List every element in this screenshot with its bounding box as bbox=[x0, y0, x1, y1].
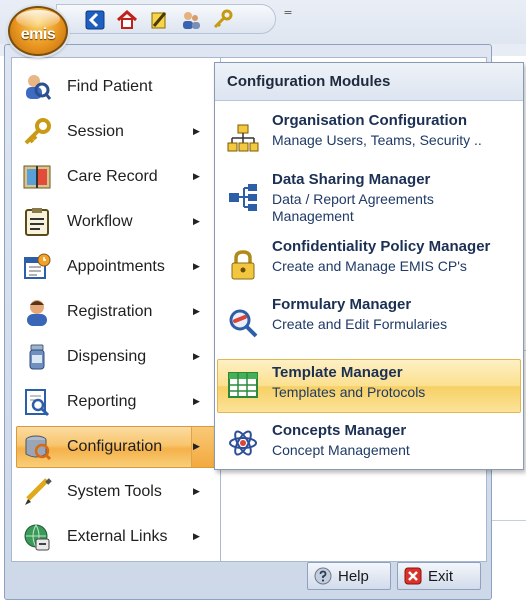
submenu-item-title: Concepts Manager bbox=[272, 422, 407, 439]
menu-item-label: System Tools bbox=[67, 483, 162, 500]
submenu-item-description: Data / Report Agreements Management bbox=[272, 191, 434, 224]
users-icon[interactable] bbox=[179, 8, 203, 32]
registration-icon bbox=[21, 296, 53, 328]
concepts-atom-icon bbox=[226, 426, 260, 460]
submenu-item-confidentiality-policy-manager[interactable]: Confidentiality Policy Manager Create an… bbox=[217, 233, 521, 287]
help-label: Help bbox=[338, 567, 369, 585]
find-patient-icon bbox=[21, 71, 53, 103]
padlock-icon bbox=[226, 248, 260, 282]
submenu-item-organisation-configuration[interactable]: Organisation Configuration Manage Users,… bbox=[217, 107, 521, 161]
org-chart-icon bbox=[226, 122, 260, 156]
customize-toolbar-button[interactable]: = bbox=[283, 7, 293, 23]
submenu-arrow-icon: ▶ bbox=[193, 172, 200, 182]
reporting-icon bbox=[21, 386, 53, 418]
menu-item-label: Workflow bbox=[67, 213, 133, 230]
submenu-item-template-manager[interactable]: Template Manager Templates and Protocols bbox=[217, 359, 521, 413]
background-divider bbox=[492, 520, 526, 521]
submenu-header: Configuration Modules bbox=[215, 63, 523, 101]
close-icon bbox=[404, 567, 422, 585]
quick-access-bar bbox=[56, 4, 276, 34]
submenu-arrow-icon: ▶ bbox=[193, 127, 200, 137]
data-sharing-icon bbox=[226, 181, 260, 215]
submenu-item-title: Organisation Configuration bbox=[272, 112, 467, 129]
workflow-icon bbox=[21, 206, 53, 238]
menu-item-external-links[interactable]: External Links ▶ bbox=[16, 516, 216, 558]
menu-item-appointments[interactable]: Appointments ▶ bbox=[16, 246, 216, 288]
menu-item-label: Registration bbox=[67, 303, 153, 320]
menu-item-label: External Links bbox=[67, 528, 168, 545]
submenu-item-description: Create and Edit Formularies bbox=[272, 316, 448, 332]
submenu-item-data-sharing-manager[interactable]: Data Sharing Manager Data / Report Agree… bbox=[217, 166, 521, 228]
edit-pencil-icon[interactable] bbox=[147, 8, 171, 32]
menu-item-label: Session bbox=[67, 123, 124, 140]
menu-item-configuration[interactable]: Configuration ▶ bbox=[16, 426, 216, 468]
menu-item-label: Find Patient bbox=[67, 78, 153, 95]
submenu-item-formulary-manager[interactable]: Formulary Manager Create and Edit Formul… bbox=[217, 291, 521, 345]
external-links-icon bbox=[21, 521, 53, 553]
menu-item-label: Dispensing bbox=[67, 348, 147, 365]
submenu-item-title: Template Manager bbox=[272, 364, 403, 381]
submenu-item-title: Data Sharing Manager bbox=[272, 171, 431, 188]
exit-label: Exit bbox=[428, 567, 454, 585]
menu-item-label: Care Record bbox=[67, 168, 158, 185]
emis-app-button[interactable]: emis bbox=[8, 6, 68, 56]
submenu-item-description: Templates and Protocols bbox=[272, 384, 426, 400]
submenu-arrow-icon: ▶ bbox=[193, 217, 200, 227]
key-icon[interactable] bbox=[211, 8, 235, 32]
submenu-arrow-icon: ▶ bbox=[193, 352, 200, 362]
submenu-item-concepts-manager[interactable]: Concepts Manager Concept Management bbox=[217, 417, 521, 471]
submenu-item-title: Confidentiality Policy Manager bbox=[272, 238, 491, 255]
care-record-icon bbox=[21, 161, 53, 193]
menu-item-find-patient[interactable]: Find Patient bbox=[16, 66, 216, 108]
emis-logo: emis bbox=[20, 26, 56, 43]
quick-access-toolbar: = bbox=[0, 0, 526, 44]
submenu-item-description: Concept Management bbox=[272, 442, 410, 458]
appointments-icon bbox=[21, 251, 53, 283]
formulary-icon bbox=[226, 306, 260, 340]
menu-item-label: Configuration bbox=[67, 438, 163, 455]
template-grid-icon bbox=[226, 368, 260, 402]
menu-item-session[interactable]: Session ▶ bbox=[16, 111, 216, 153]
submenu-item-title: Formulary Manager bbox=[272, 296, 412, 313]
submenu-arrow-icon: ▶ bbox=[193, 442, 200, 452]
submenu-item-description: Manage Users, Teams, Security .. bbox=[272, 132, 482, 148]
submenu-arrow-icon: ▶ bbox=[193, 262, 200, 272]
menu-item-dispensing[interactable]: Dispensing ▶ bbox=[16, 336, 216, 378]
submenu-item-description: Create and Manage EMIS CP's bbox=[272, 258, 467, 274]
menu-item-care-record[interactable]: Care Record ▶ bbox=[16, 156, 216, 198]
submenu-arrow-icon: ▶ bbox=[193, 487, 200, 497]
exit-button[interactable]: Exit bbox=[397, 562, 481, 590]
home-icon[interactable] bbox=[115, 8, 139, 32]
menu-item-label: Reporting bbox=[67, 393, 137, 410]
submenu-arrow-icon: ▶ bbox=[193, 307, 200, 317]
configuration-icon bbox=[21, 431, 53, 463]
menu-item-reporting[interactable]: Reporting ▶ bbox=[16, 381, 216, 423]
back-icon[interactable] bbox=[83, 8, 107, 32]
key-icon bbox=[21, 116, 53, 148]
submenu-arrow-icon: ▶ bbox=[193, 532, 200, 542]
menu-item-system-tools[interactable]: System Tools ▶ bbox=[16, 471, 216, 513]
submenu-arrow-icon: ▶ bbox=[193, 397, 200, 407]
help-icon bbox=[314, 567, 332, 585]
help-button[interactable]: Help bbox=[307, 562, 391, 590]
dispensing-icon bbox=[21, 341, 53, 373]
configuration-submenu: Configuration Modules Organisation Confi… bbox=[214, 62, 524, 470]
menu-item-workflow[interactable]: Workflow ▶ bbox=[16, 201, 216, 243]
menu-item-registration[interactable]: Registration ▶ bbox=[16, 291, 216, 333]
system-tools-icon bbox=[21, 476, 53, 508]
menu-left-pane: Find Patient Session ▶ Care Record ▶ Wor… bbox=[11, 57, 221, 562]
menu-item-label: Appointments bbox=[67, 258, 165, 275]
